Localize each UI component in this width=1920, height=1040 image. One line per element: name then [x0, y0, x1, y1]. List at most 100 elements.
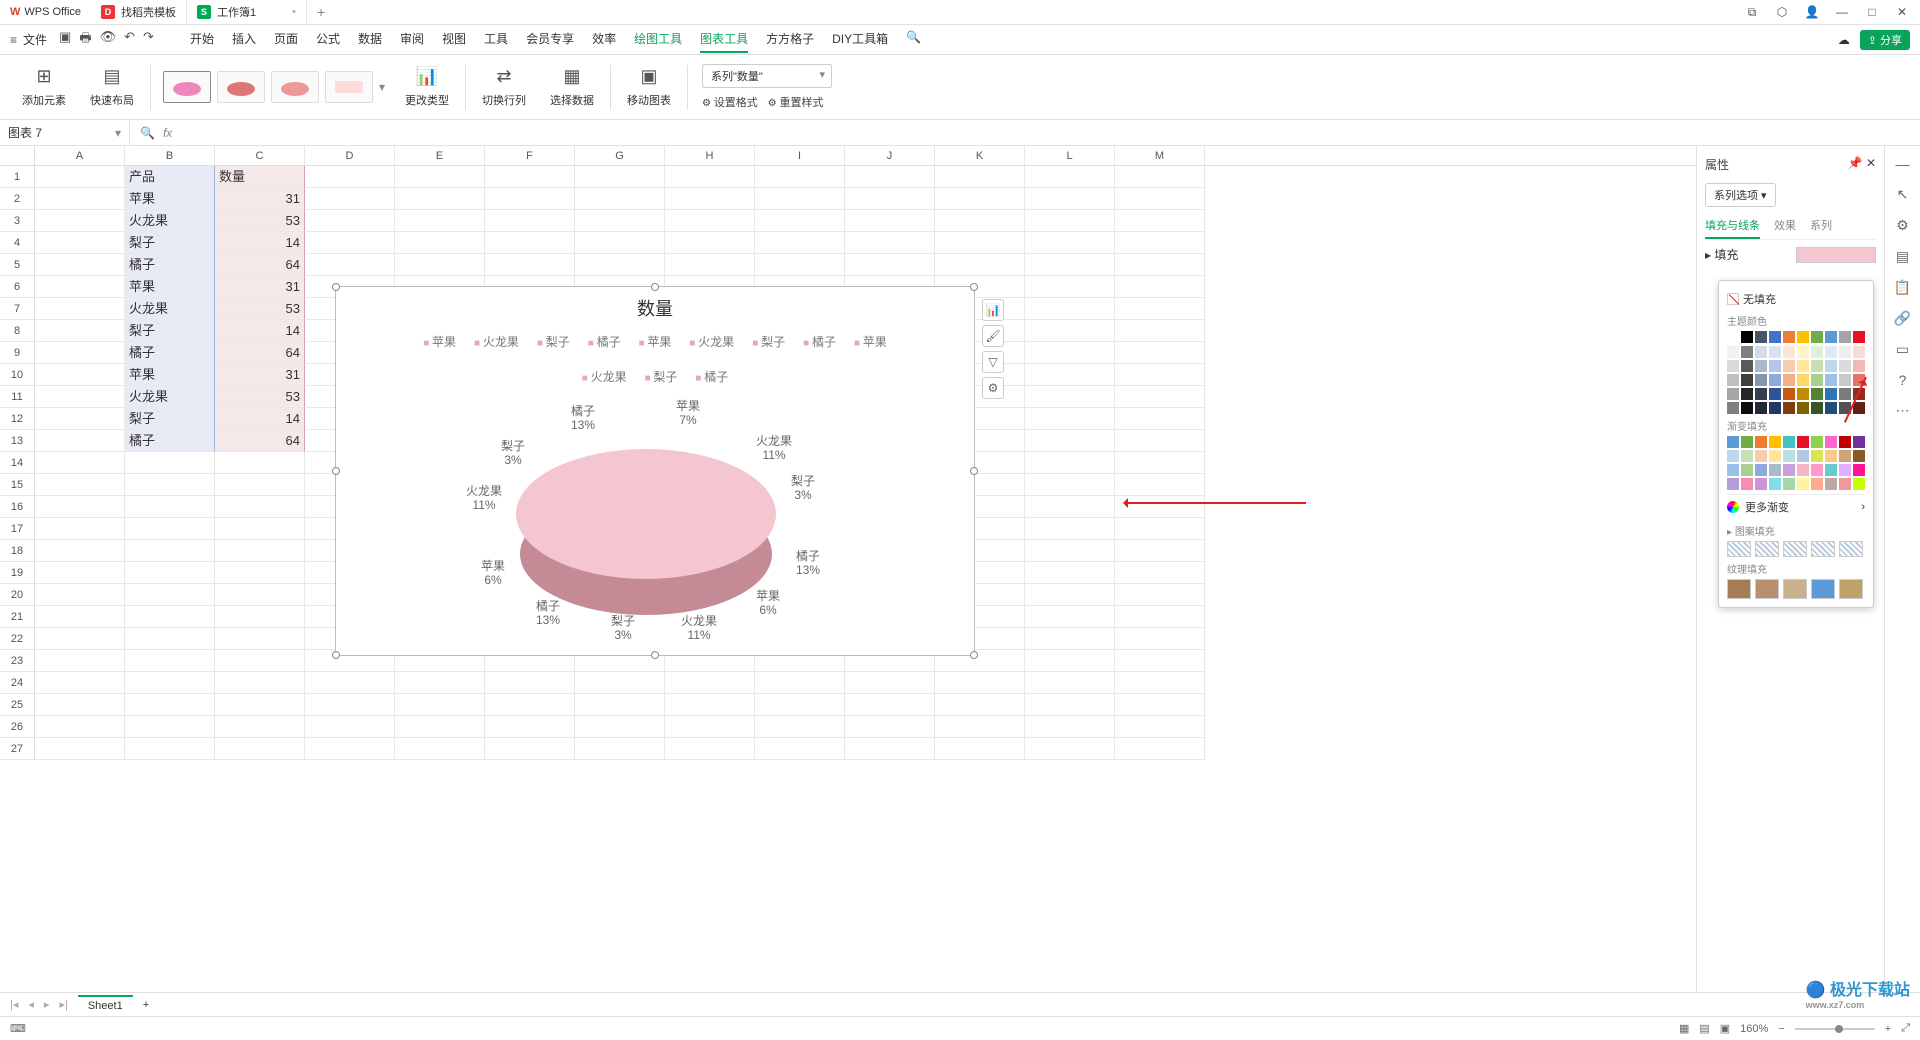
color-swatch[interactable] — [1741, 331, 1753, 343]
col-header[interactable]: I — [755, 146, 845, 165]
sheet-nav-next[interactable]: ▸ — [44, 998, 50, 1011]
gradient-swatch[interactable] — [1755, 450, 1767, 462]
color-swatch[interactable] — [1755, 331, 1767, 343]
tab-tools[interactable]: 工具 — [484, 26, 508, 53]
hamburger-icon[interactable]: ≡ — [10, 33, 17, 47]
settings-icon[interactable]: ⚙ — [1896, 217, 1909, 234]
save-icon[interactable]: ▣ — [59, 29, 71, 51]
gradient-swatch[interactable] — [1727, 478, 1739, 490]
color-swatch[interactable] — [1825, 360, 1837, 372]
color-swatch[interactable] — [1769, 346, 1781, 358]
chart-style-more[interactable]: ▾ — [379, 80, 385, 94]
chart-title[interactable]: 数量 — [336, 287, 974, 329]
color-swatch[interactable] — [1825, 346, 1837, 358]
color-swatch[interactable] — [1811, 374, 1823, 386]
gradient-swatch[interactable] — [1853, 478, 1865, 490]
print-icon[interactable]: 🖶 — [79, 29, 91, 51]
new-tab-button[interactable]: + — [307, 4, 335, 20]
series-options-button[interactable]: 系列选项 ▾ — [1705, 183, 1776, 207]
no-fill-option[interactable]: 无填充 — [1727, 289, 1865, 309]
gradient-swatch[interactable] — [1783, 450, 1795, 462]
chart-legend[interactable]: 苹果火龙果梨子橘子苹果火龙果梨子橘子苹果火龙果梨子橘子 — [336, 329, 974, 389]
gradient-swatch[interactable] — [1727, 450, 1739, 462]
gradient-swatch[interactable] — [1811, 436, 1823, 448]
pin-icon[interactable]: 📌 — [1848, 156, 1863, 170]
gradient-swatch[interactable] — [1839, 450, 1851, 462]
help-icon[interactable]: ? — [1899, 372, 1907, 388]
texture-swatches[interactable] — [1727, 579, 1865, 599]
color-swatch[interactable] — [1825, 388, 1837, 400]
window-minimize-icon[interactable]: — — [1834, 5, 1850, 20]
gradient-swatch[interactable] — [1769, 436, 1781, 448]
sheet-area[interactable]: A B C D E F G H I J K L M 1产品数量2苹果313火龙果… — [0, 146, 1696, 1016]
color-swatch[interactable] — [1797, 374, 1809, 386]
gradient-swatch[interactable] — [1755, 436, 1767, 448]
gradient-swatch[interactable] — [1783, 478, 1795, 490]
gradient-swatch[interactable] — [1783, 436, 1795, 448]
color-swatch[interactable] — [1825, 402, 1837, 414]
gradient-swatch[interactable] — [1825, 478, 1837, 490]
tab-series-opt[interactable]: 系列 — [1810, 213, 1832, 239]
minimize-panel-icon[interactable]: — — [1896, 156, 1910, 172]
gradient-swatch[interactable] — [1853, 450, 1865, 462]
color-swatch[interactable] — [1783, 388, 1795, 400]
reset-style-button[interactable]: 重置样式 — [768, 94, 824, 110]
color-swatch[interactable] — [1727, 331, 1739, 343]
zoom-fx-icon[interactable]: 🔍 — [140, 126, 155, 140]
gradient-swatch[interactable] — [1741, 464, 1753, 476]
change-type-button[interactable]: 📊更改类型 — [393, 55, 461, 119]
view-normal-icon[interactable]: ▦ — [1679, 1022, 1689, 1035]
chart-style-1[interactable] — [163, 71, 211, 103]
color-swatch[interactable] — [1783, 360, 1795, 372]
color-swatch[interactable] — [1727, 402, 1739, 414]
gradient-swatch[interactable] — [1839, 478, 1851, 490]
gradient-swatch[interactable] — [1797, 450, 1809, 462]
tab-effect[interactable]: 效果 — [1774, 213, 1796, 239]
close-panel-icon[interactable]: ✕ — [1866, 156, 1876, 170]
tab-review[interactable]: 审阅 — [400, 26, 424, 53]
gradient-swatch[interactable] — [1839, 464, 1851, 476]
sheet-tab[interactable]: Sheet1 — [78, 995, 133, 1015]
gradient-swatch[interactable] — [1755, 478, 1767, 490]
table-row[interactable]: 27 — [0, 738, 1696, 760]
gradient-swatch[interactable] — [1769, 464, 1781, 476]
col-header[interactable]: J — [845, 146, 935, 165]
color-swatch[interactable] — [1839, 360, 1851, 372]
tab-view[interactable]: 视图 — [442, 26, 466, 53]
color-swatch[interactable] — [1839, 331, 1851, 343]
gradient-swatch[interactable] — [1825, 436, 1837, 448]
color-swatch[interactable] — [1839, 374, 1851, 386]
col-header[interactable]: A — [35, 146, 125, 165]
quick-layout-button[interactable]: ▤快速布局 — [78, 55, 146, 119]
fill-color-swatch[interactable] — [1796, 247, 1876, 263]
color-swatch[interactable] — [1769, 388, 1781, 400]
col-header[interactable]: G — [575, 146, 665, 165]
col-header[interactable]: E — [395, 146, 485, 165]
gradient-swatch[interactable] — [1853, 464, 1865, 476]
col-header[interactable]: F — [485, 146, 575, 165]
cloud-icon[interactable]: ☁ — [1838, 33, 1850, 47]
tab-insert[interactable]: 插入 — [232, 26, 256, 53]
zoom-value[interactable]: 160% — [1740, 1023, 1768, 1035]
layers-icon[interactable]: ▤ — [1896, 248, 1909, 265]
tab-formula[interactable]: 公式 — [316, 26, 340, 53]
gradient-swatch[interactable] — [1755, 464, 1767, 476]
fullscreen-icon[interactable]: ⤢ — [1901, 1022, 1910, 1035]
more-gradient-button[interactable]: 更多渐变› — [1727, 494, 1865, 519]
window-restore-icon[interactable]: ⧉ — [1744, 5, 1760, 20]
color-swatch[interactable] — [1755, 360, 1767, 372]
clipboard-icon[interactable]: 📋 — [1894, 279, 1911, 296]
col-header[interactable]: B — [125, 146, 215, 165]
color-swatch[interactable] — [1811, 388, 1823, 400]
gradient-swatch[interactable] — [1853, 436, 1865, 448]
color-swatch[interactable] — [1853, 402, 1865, 414]
gradient-swatch[interactable] — [1839, 436, 1851, 448]
gradient-swatch[interactable] — [1797, 464, 1809, 476]
view-page-icon[interactable]: ▤ — [1699, 1022, 1709, 1035]
tab-drawing[interactable]: 绘图工具 — [634, 26, 682, 53]
tab-start[interactable]: 开始 — [190, 26, 214, 53]
color-swatch[interactable] — [1769, 360, 1781, 372]
tab-member[interactable]: 会员专享 — [526, 26, 574, 53]
color-swatch[interactable] — [1797, 360, 1809, 372]
tab-data[interactable]: 数据 — [358, 26, 382, 53]
